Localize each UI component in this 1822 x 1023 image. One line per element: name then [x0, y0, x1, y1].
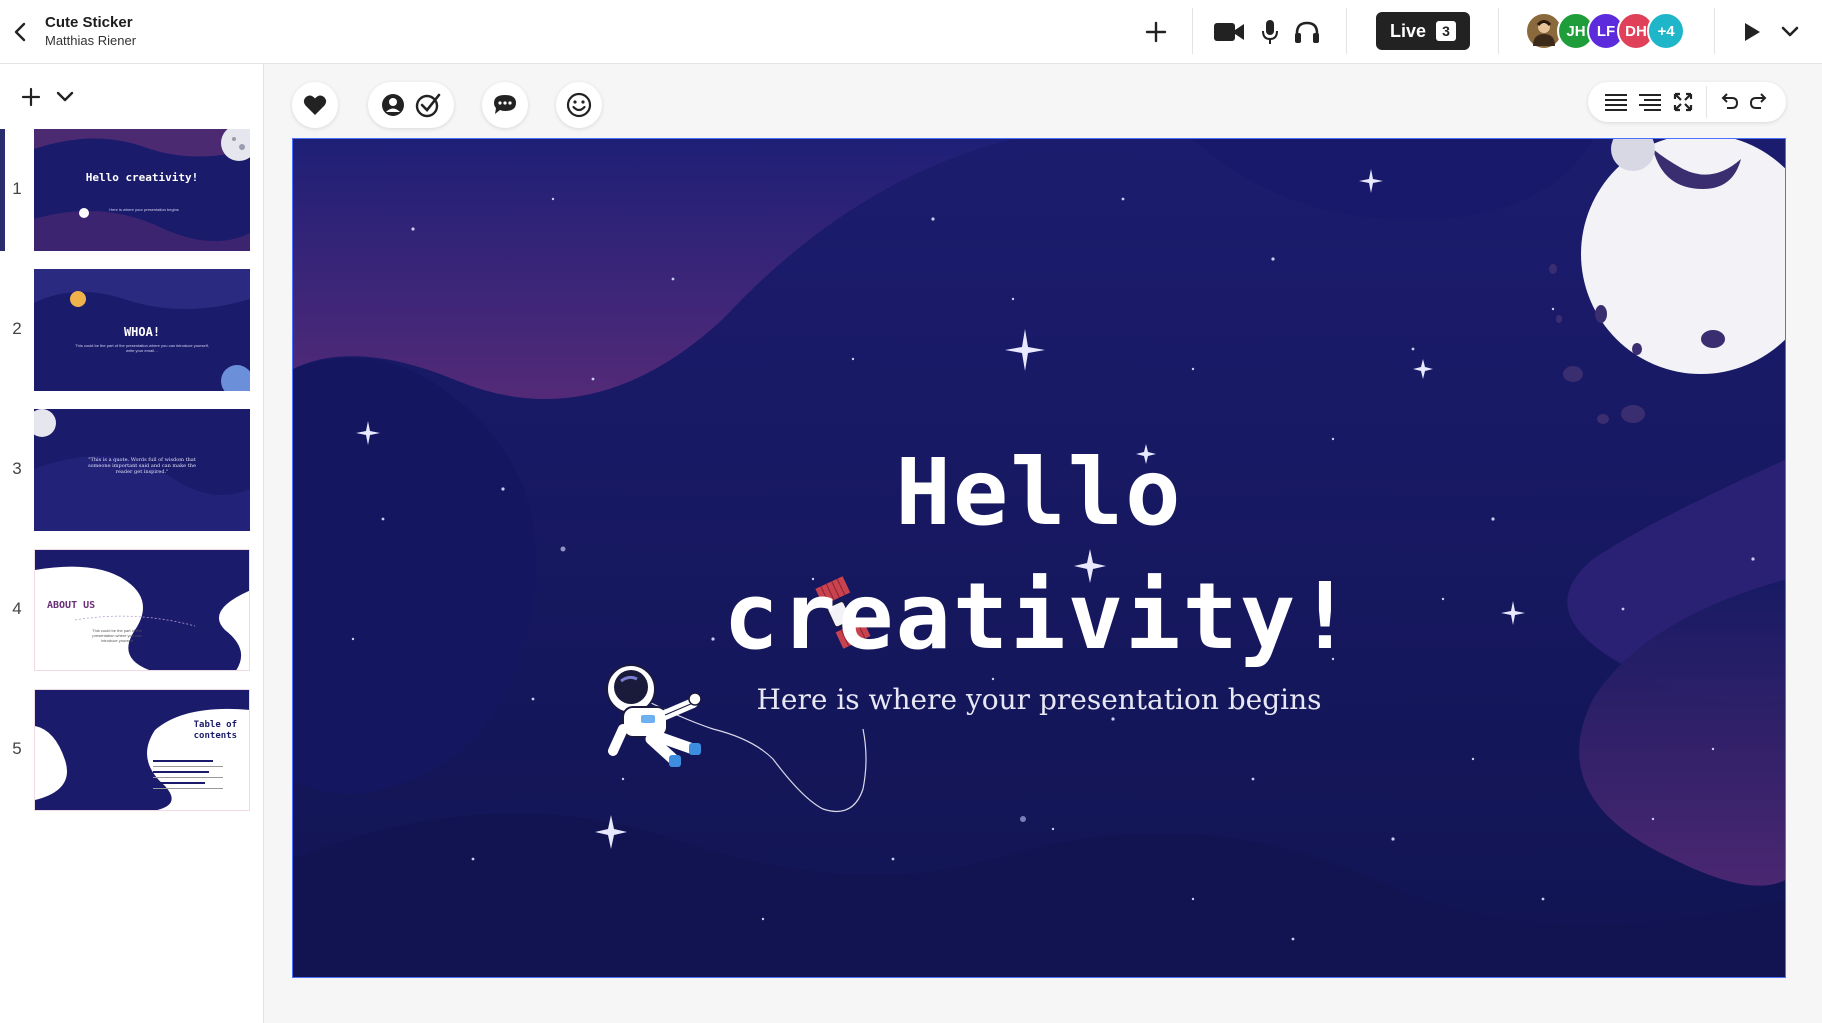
document-title[interactable]: Cute Sticker	[45, 14, 136, 31]
slide-number: 2	[12, 319, 22, 338]
add-slide-icon[interactable]	[20, 86, 42, 108]
slide-thumbnail-4[interactable]: 4 ABOUT US This could be the part of the…	[0, 549, 264, 671]
headphones-icon[interactable]	[1292, 18, 1322, 46]
divider	[1346, 8, 1347, 54]
smiley-icon	[566, 92, 592, 118]
fullscreen-icon[interactable]	[1672, 91, 1694, 113]
live-button[interactable]: Live 3	[1376, 12, 1470, 50]
slide-preview: Hello creativity! Here is where your pre…	[34, 129, 250, 251]
play-icon[interactable]	[1738, 18, 1766, 46]
slide-canvas[interactable]: Hello creativity! Here is where your pre…	[292, 138, 1786, 978]
slide-background	[293, 139, 1785, 977]
presenter-tools	[368, 82, 454, 128]
slide-subtitle[interactable]: Here is where your presentation begins	[293, 683, 1785, 716]
slide-preview-title: Hello creativity!	[85, 171, 199, 184]
slide-preview-list	[153, 756, 231, 792]
slide-preview-subtitle: This could be the part of the presentati…	[75, 343, 209, 353]
redo-icon[interactable]	[1748, 91, 1770, 113]
undo-icon[interactable]	[1718, 91, 1740, 113]
selected-indicator	[0, 129, 5, 251]
divider	[1714, 8, 1715, 54]
slide-number: 1	[12, 179, 22, 198]
divider	[1706, 86, 1707, 118]
like-button[interactable]	[292, 82, 338, 128]
chevron-down-icon[interactable]	[1776, 18, 1804, 46]
divider	[1498, 8, 1499, 54]
document-owner: Matthias Riener	[45, 33, 137, 48]
slide-number: 4	[12, 599, 22, 618]
slide-preview: WHOA! This could be the part of the pres…	[34, 269, 250, 391]
slide-preview-title: WHOA!	[123, 325, 161, 339]
slide-number: 3	[12, 459, 22, 478]
reaction-button[interactable]	[556, 82, 602, 128]
slide-preview: ABOUT US This could be the part of the p…	[34, 549, 250, 671]
slide-preview-subtitle: This could be the part of the presentati…	[92, 628, 142, 643]
slide-preview: "This is a quote. Words full of wisdom t…	[34, 409, 250, 531]
slide-title-line-2[interactable]: creativity!	[293, 563, 1785, 670]
microphone-icon[interactable]	[1258, 18, 1282, 46]
plus-icon[interactable]	[1142, 18, 1170, 46]
slide-thumbnail-1[interactable]: 1 Hello creativity! Here is where your p…	[0, 129, 264, 251]
view-tools	[1588, 82, 1786, 122]
user-icon[interactable]	[381, 93, 405, 117]
slides-panel-tools	[20, 86, 76, 108]
comment-icon	[492, 93, 518, 117]
comment-button[interactable]	[482, 82, 528, 128]
live-count-badge: 3	[1436, 21, 1457, 41]
check-circle-icon[interactable]	[415, 92, 441, 118]
slide-preview: Table of contents	[34, 689, 250, 811]
slide-preview-subtitle: Here is where your presentation begins	[109, 207, 179, 212]
align-right-icon[interactable]	[1638, 91, 1662, 113]
slide-preview-title: Table of contents	[193, 720, 237, 741]
chevron-down-icon[interactable]	[54, 86, 76, 108]
align-justify-icon[interactable]	[1604, 91, 1628, 113]
back-icon[interactable]	[8, 18, 32, 46]
slide-thumbnail-3[interactable]: 3 "This is a quote. Words full of wisdom…	[0, 409, 264, 531]
slide-preview-title: ABOUT US	[47, 600, 96, 611]
more-collaborators-badge[interactable]: +4	[1647, 12, 1685, 50]
divider	[1192, 8, 1193, 54]
slide-thumbnail-2[interactable]: 2 WHOA! This could be the part of the pr…	[0, 269, 264, 391]
top-bar: Cute Sticker Matthias Riener Live 3 JH L…	[0, 0, 1822, 64]
slide-title-line-1[interactable]: Hello	[293, 439, 1785, 546]
document-titles: Cute Sticker Matthias Riener	[45, 14, 136, 48]
slide-preview-quote: "This is a quote. Words full of wisdom t…	[88, 457, 196, 475]
slides-panel: 1 Hello creativity! Here is where your p…	[0, 64, 264, 1023]
live-label: Live	[1389, 20, 1427, 41]
slide-number: 5	[12, 739, 22, 758]
slide-thumbnail-5[interactable]: 5 Table of contents	[0, 689, 264, 811]
heart-icon	[303, 94, 327, 116]
video-camera-icon[interactable]	[1212, 18, 1246, 46]
